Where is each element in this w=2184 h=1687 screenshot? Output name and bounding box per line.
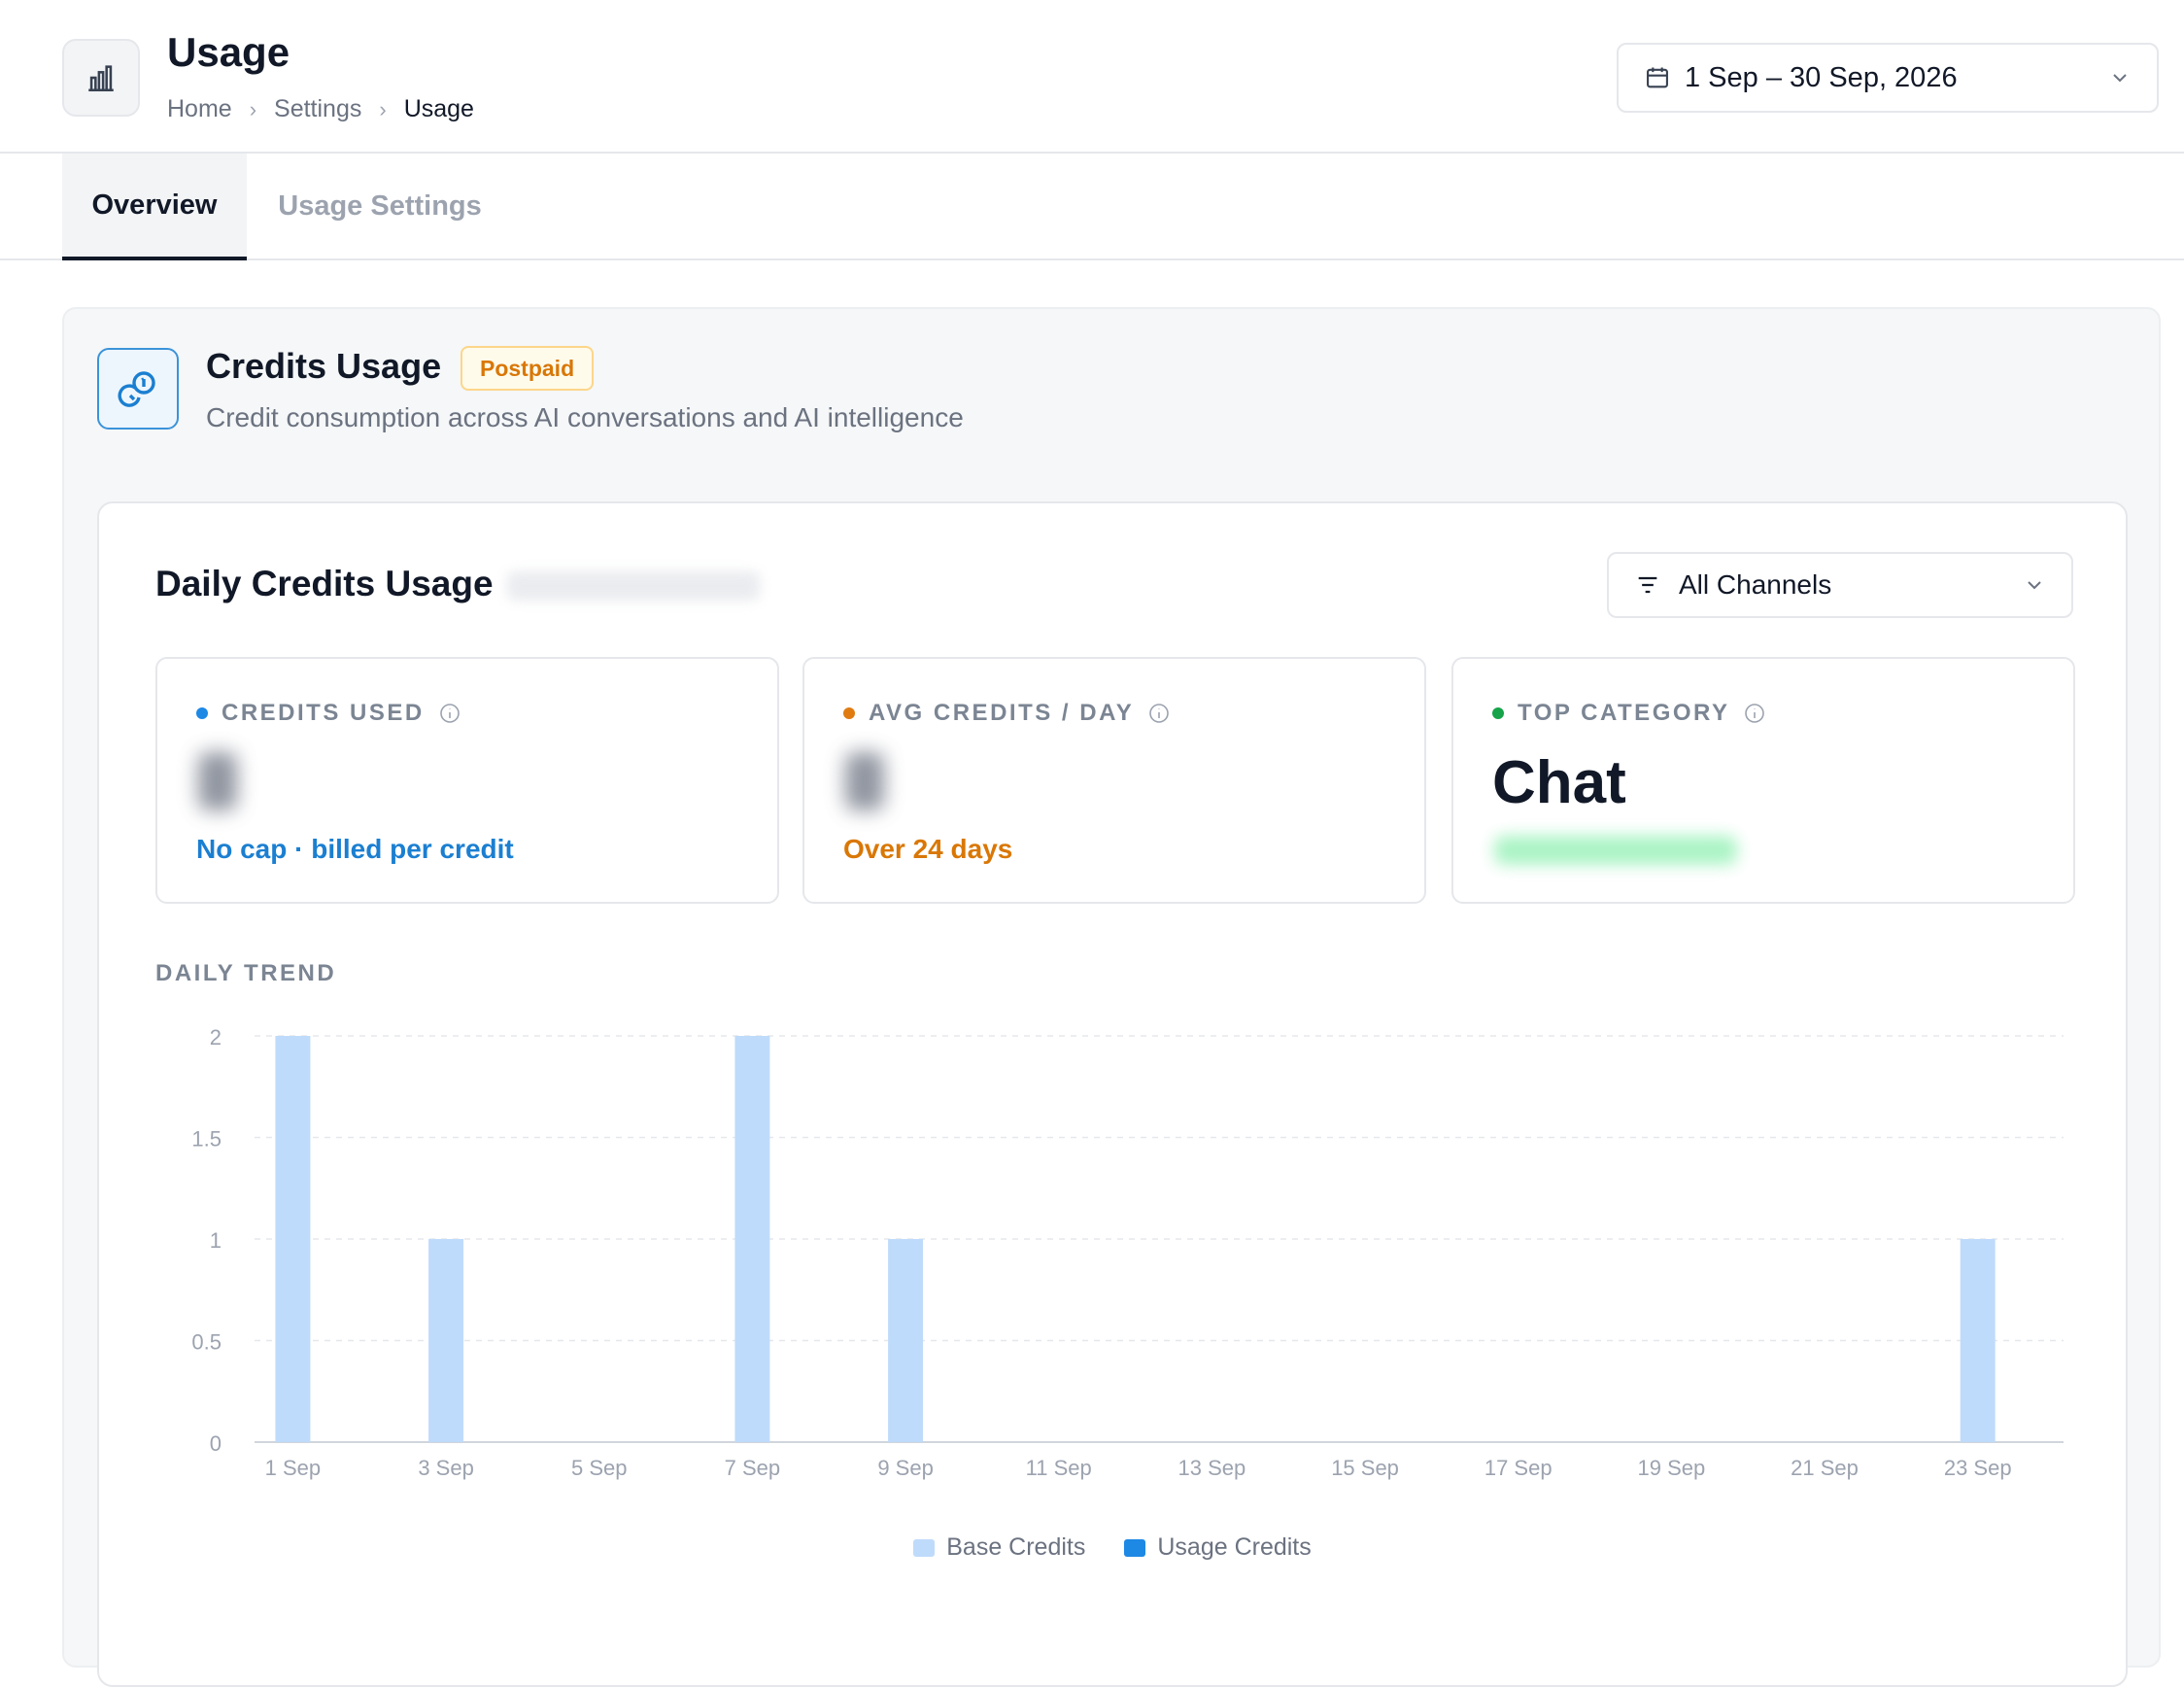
y-tick-label: 1.5 <box>191 1127 222 1152</box>
legend-swatch <box>1124 1538 1146 1557</box>
legend-item[interactable]: Usage Credits <box>1124 1533 1312 1562</box>
bar <box>1960 1239 1996 1442</box>
page-title: Usage <box>167 29 290 75</box>
bar <box>428 1239 464 1442</box>
bar-chart-icon <box>62 39 140 117</box>
y-tick-label: 0 <box>210 1431 222 1456</box>
breadcrumb-usage: Usage <box>403 95 474 122</box>
legend-swatch <box>913 1538 936 1557</box>
y-tick-label: 2 <box>210 1025 222 1050</box>
x-tick-label: 11 Sep <box>1026 1456 1092 1480</box>
credits-usage-subtitle: Credit consumption across AI conversatio… <box>206 402 964 432</box>
x-tick-label: 21 Sep <box>1791 1456 1859 1480</box>
x-tick-label: 23 Sep <box>1944 1456 2012 1480</box>
legend-label: Usage Credits <box>1157 1533 1312 1561</box>
date-range-value: 1 Sep – 30 Sep, 2026 <box>1685 61 1958 93</box>
billing-type-badge: Postpaid <box>461 346 595 391</box>
bar <box>275 1036 311 1442</box>
x-tick-label: 9 Sep <box>877 1456 934 1480</box>
x-tick-label: 19 Sep <box>1638 1456 1706 1480</box>
calendar-icon <box>1644 64 1671 91</box>
chart-legend: Base Credits Usage Credits <box>99 1533 2126 1562</box>
daily-credits-card: Daily Credits Usage All Channels CREDITS… <box>97 501 2128 1687</box>
tab-usage-settings[interactable]: Usage Settings <box>278 154 482 258</box>
chevron-down-icon <box>2108 66 2132 89</box>
breadcrumb: Home › Settings › Usage <box>167 95 474 123</box>
chevron-right-icon: › <box>249 96 257 121</box>
x-tick-label: 5 Sep <box>571 1456 628 1480</box>
tab-bar: Overview Usage Settings <box>0 154 2184 260</box>
legend-label: Base Credits <box>946 1533 1086 1561</box>
coins-icon <box>97 348 179 430</box>
x-tick-label: 7 Sep <box>725 1456 781 1480</box>
x-tick-label: 13 Sep <box>1178 1456 1246 1480</box>
tab-overview[interactable]: Overview <box>62 154 247 260</box>
x-tick-label: 17 Sep <box>1484 1456 1553 1480</box>
x-tick-label: 15 Sep <box>1331 1456 1399 1480</box>
bar <box>734 1036 770 1442</box>
breadcrumb-home[interactable]: Home <box>167 95 232 123</box>
breadcrumb-settings[interactable]: Settings <box>274 95 361 123</box>
bar <box>888 1239 924 1442</box>
date-range-picker[interactable]: 1 Sep – 30 Sep, 2026 <box>1617 43 2159 113</box>
y-tick-label: 0.5 <box>191 1330 222 1355</box>
y-tick-label: 1 <box>210 1228 222 1253</box>
chevron-right-icon: › <box>379 96 387 121</box>
daily-trend-chart: 00.511.521 Sep 3 Sep 5 Sep 7 Sep 9 Sep 11 Sep… <box>191 1025 2064 1480</box>
x-tick-label: 1 Sep <box>265 1456 322 1480</box>
legend-item[interactable]: Base Credits <box>913 1533 1085 1562</box>
x-tick-label: 3 Sep <box>418 1456 474 1480</box>
credits-usage-panel: Credits Usage Postpaid Credit consumptio… <box>62 307 2161 1687</box>
page-header: Usage Home › Settings › Usage 1 Sep – 30… <box>0 0 2184 154</box>
credits-usage-title: Credits Usage <box>206 346 442 386</box>
